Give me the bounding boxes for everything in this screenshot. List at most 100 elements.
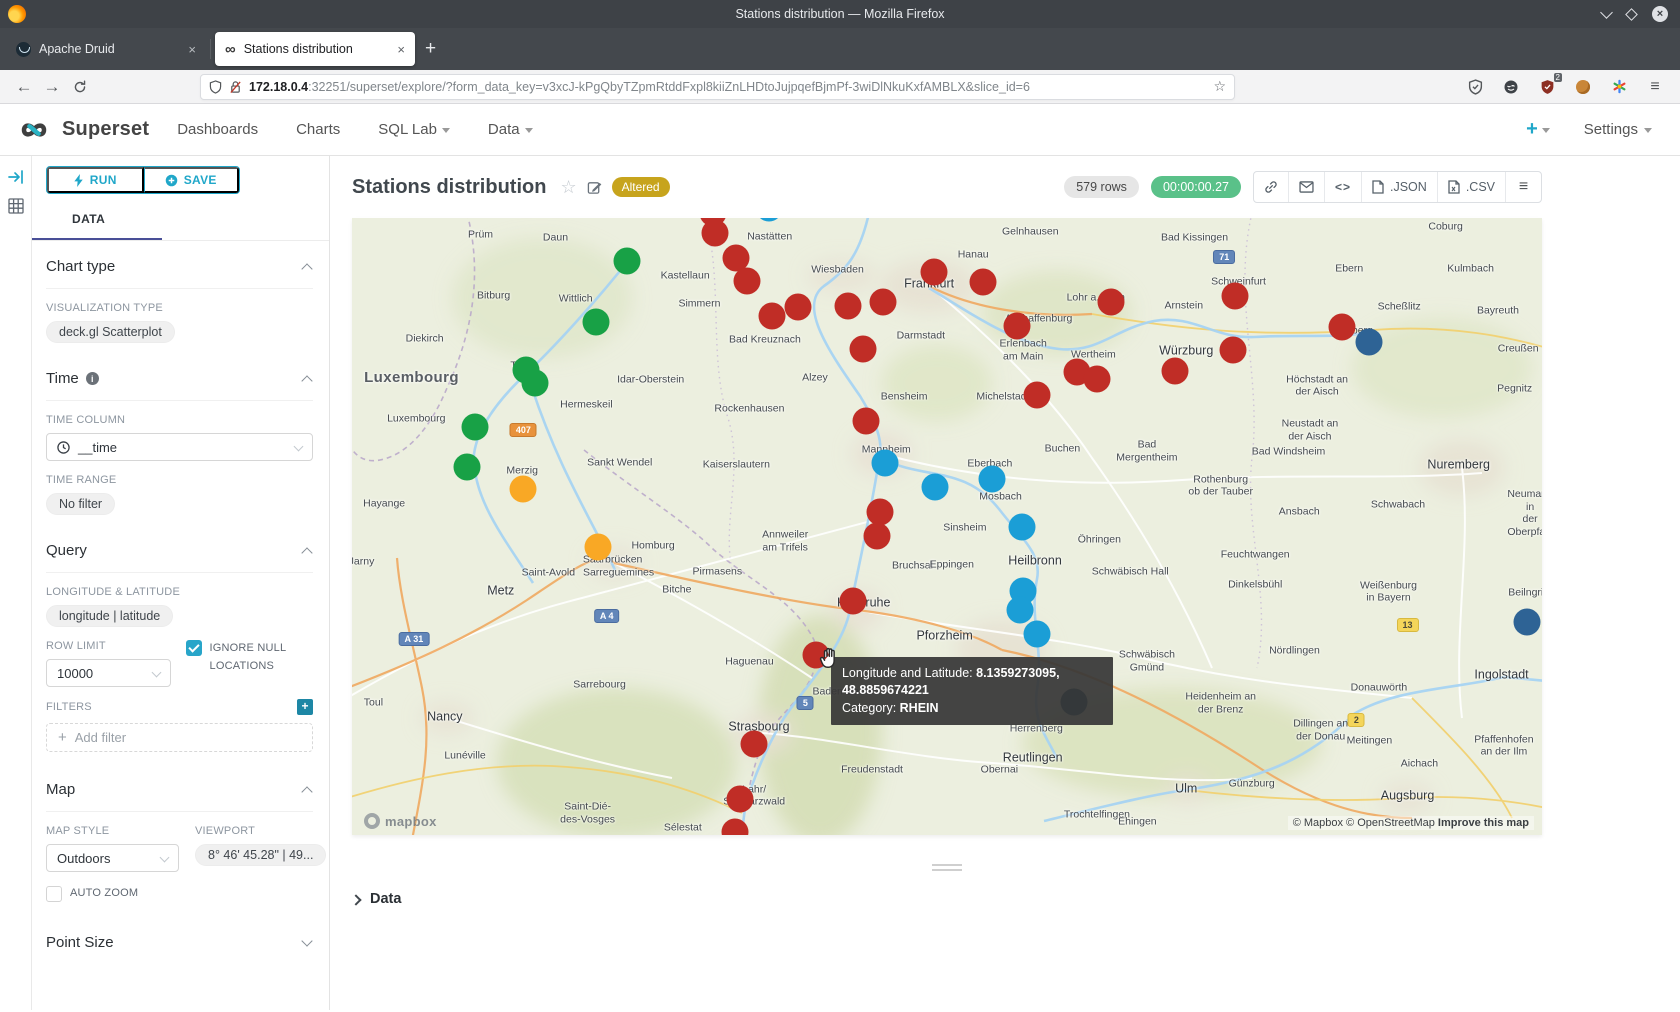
chart-menu-button[interactable]: ≡ bbox=[1506, 172, 1541, 202]
station-point[interactable] bbox=[734, 267, 761, 294]
tab-apache-druid[interactable]: Apache Druid × bbox=[6, 32, 206, 66]
station-point[interactable] bbox=[741, 731, 768, 758]
run-button[interactable]: RUN bbox=[47, 167, 144, 193]
close-icon[interactable]: × bbox=[1652, 6, 1668, 22]
station-point[interactable] bbox=[1356, 329, 1383, 356]
extension-pinwheel-icon[interactable] bbox=[1610, 78, 1628, 96]
lonlat-value[interactable]: longitude | latitude bbox=[46, 605, 173, 627]
add-filter-dropzone[interactable]: + Add filter bbox=[46, 723, 313, 752]
row-limit-select[interactable]: 10000 bbox=[46, 659, 171, 687]
station-point[interactable] bbox=[869, 288, 896, 315]
station-point[interactable] bbox=[1221, 282, 1248, 309]
altered-badge[interactable]: Altered bbox=[612, 177, 670, 197]
station-point[interactable] bbox=[1008, 514, 1035, 541]
auto-zoom-checkbox[interactable] bbox=[46, 886, 62, 902]
station-point[interactable] bbox=[979, 465, 1006, 492]
station-point[interactable] bbox=[1329, 314, 1356, 341]
deckgl-scatter-map[interactable]: PrümDaunNastättenGelnhausenBad Kissingen… bbox=[352, 218, 1542, 835]
save-button[interactable]: SAVE bbox=[144, 167, 240, 193]
superset-brand[interactable]: Superset bbox=[14, 117, 149, 143]
new-tab-button[interactable]: + bbox=[425, 38, 436, 60]
station-point[interactable] bbox=[863, 522, 890, 549]
settings-menu[interactable]: Settings bbox=[1584, 121, 1652, 138]
tab-stations-distribution[interactable]: ∞ Stations distribution × bbox=[215, 32, 415, 66]
email-button[interactable] bbox=[1289, 172, 1325, 202]
station-point[interactable] bbox=[1098, 288, 1125, 315]
station-point[interactable] bbox=[454, 454, 481, 481]
station-point[interactable] bbox=[920, 259, 947, 286]
time-range-value[interactable]: No filter bbox=[46, 493, 115, 515]
station-point[interactable] bbox=[835, 293, 862, 320]
export-json-button[interactable]: .JSON bbox=[1362, 172, 1438, 202]
new-chart-button[interactable]: + bbox=[1526, 118, 1550, 141]
station-point[interactable] bbox=[759, 303, 786, 330]
station-point[interactable] bbox=[726, 786, 753, 813]
station-point[interactable] bbox=[585, 533, 612, 560]
station-point[interactable] bbox=[853, 407, 880, 434]
viz-type-value[interactable]: deck.gl Scatterplot bbox=[46, 321, 175, 343]
favorite-star-icon[interactable]: ☆ bbox=[560, 177, 576, 198]
station-point[interactable] bbox=[1219, 337, 1246, 364]
station-point[interactable] bbox=[1513, 609, 1540, 636]
station-point[interactable] bbox=[1024, 382, 1051, 409]
expand-dataset-panel-icon[interactable] bbox=[8, 170, 24, 184]
share-link-button[interactable] bbox=[1254, 172, 1289, 202]
section-point-size[interactable]: Point Size bbox=[46, 917, 313, 964]
reload-button[interactable] bbox=[66, 74, 94, 100]
station-point[interactable] bbox=[701, 219, 728, 246]
cookie-icon[interactable] bbox=[1574, 78, 1592, 96]
section-time[interactable]: Timei bbox=[46, 353, 313, 401]
shield-check-icon[interactable] bbox=[1466, 78, 1484, 96]
maximize-icon[interactable] bbox=[1625, 8, 1638, 21]
forward-button[interactable]: → bbox=[38, 74, 66, 100]
station-point[interactable] bbox=[785, 293, 812, 320]
improve-map-link[interactable]: Improve this map bbox=[1438, 817, 1529, 829]
nav-charts[interactable]: Charts bbox=[296, 121, 340, 138]
panel-resize-handle[interactable] bbox=[352, 864, 1542, 871]
section-query[interactable]: Query bbox=[46, 525, 313, 573]
menu-icon[interactable]: ≡ bbox=[1646, 78, 1664, 96]
tab-data[interactable]: DATA bbox=[46, 208, 105, 232]
mapbox-logo[interactable]: mapbox bbox=[364, 813, 437, 829]
station-point[interactable] bbox=[839, 588, 866, 615]
section-map[interactable]: Map bbox=[46, 764, 313, 812]
bookmark-star-icon[interactable]: ☆ bbox=[1213, 78, 1226, 95]
add-filter-button[interactable]: + bbox=[297, 699, 313, 715]
nav-dashboards[interactable]: Dashboards bbox=[177, 121, 258, 138]
url-bar[interactable]: 172.18.0.4:32251/superset/explore/?form_… bbox=[200, 74, 1235, 100]
station-point[interactable] bbox=[1006, 596, 1033, 623]
container-mask-icon[interactable] bbox=[1502, 78, 1520, 96]
time-column-select[interactable]: __time bbox=[46, 433, 313, 461]
station-point[interactable] bbox=[849, 335, 876, 362]
data-panel-header[interactable]: Data bbox=[352, 891, 1542, 907]
ignore-null-block[interactable]: IGNORE NULL LOCATIONS bbox=[186, 640, 314, 687]
back-button[interactable]: ← bbox=[10, 74, 38, 100]
station-point[interactable] bbox=[922, 474, 949, 501]
edit-properties-icon[interactable] bbox=[587, 180, 602, 195]
station-point[interactable] bbox=[1083, 366, 1110, 393]
minimize-icon[interactable] bbox=[1600, 6, 1613, 19]
station-point[interactable] bbox=[1024, 620, 1051, 647]
dataset-grid-icon[interactable] bbox=[8, 198, 24, 214]
station-point[interactable] bbox=[969, 269, 996, 296]
station-point[interactable] bbox=[582, 309, 609, 336]
viewport-value[interactable]: 8° 46' 45.28" | 49... bbox=[195, 844, 326, 866]
auto-zoom-block[interactable]: AUTO ZOOM bbox=[46, 885, 179, 903]
station-point[interactable] bbox=[872, 449, 899, 476]
ublock-icon[interactable]: 2 bbox=[1538, 78, 1556, 96]
station-point[interactable] bbox=[1162, 358, 1189, 385]
station-point[interactable] bbox=[613, 248, 640, 275]
export-csv-button[interactable]: .CSV bbox=[1438, 172, 1506, 202]
ignore-null-checkbox[interactable] bbox=[186, 640, 202, 656]
station-point[interactable] bbox=[522, 369, 549, 396]
station-point[interactable] bbox=[510, 475, 537, 502]
station-point[interactable] bbox=[461, 414, 488, 441]
section-chart-type[interactable]: Chart type bbox=[46, 241, 313, 289]
map-style-select[interactable]: Outdoors bbox=[46, 844, 179, 872]
station-point[interactable] bbox=[1004, 312, 1031, 339]
embed-code-button[interactable]: <> bbox=[1325, 172, 1362, 202]
tab-close-icon[interactable]: × bbox=[188, 42, 196, 57]
station-point[interactable] bbox=[867, 498, 894, 525]
nav-data[interactable]: Data bbox=[488, 121, 533, 138]
tab-close-icon[interactable]: × bbox=[397, 42, 405, 57]
